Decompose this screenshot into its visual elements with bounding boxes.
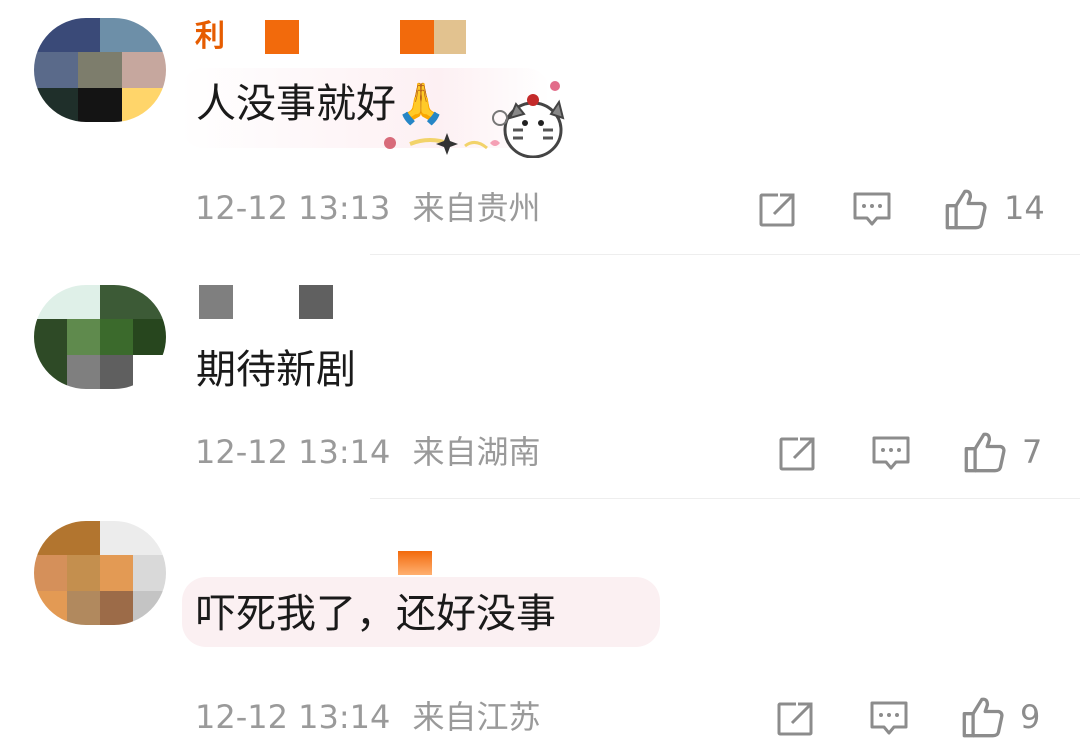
username[interactable] — [195, 285, 375, 319]
name-block — [299, 285, 333, 319]
cat-sticker-icon — [384, 81, 565, 158]
comment-icon[interactable] — [871, 433, 911, 473]
badge-block — [400, 20, 434, 54]
like-count: 7 — [1022, 433, 1043, 471]
avatar[interactable] — [34, 18, 166, 122]
username[interactable]: 利 — [195, 20, 475, 54]
comment-text: 吓死我了，还好没事 — [196, 591, 556, 637]
comment-icon[interactable] — [869, 698, 909, 738]
comment-icon[interactable] — [852, 189, 892, 229]
location: 来自江苏 — [412, 698, 541, 736]
avatar[interactable] — [34, 521, 166, 625]
timestamp: 12-12 13:14 — [195, 698, 391, 736]
badge-block — [265, 20, 299, 54]
thumb-up-icon[interactable] — [961, 695, 1005, 739]
badge-block — [398, 551, 432, 575]
name-block — [199, 285, 233, 319]
location: 来自贵州 — [412, 189, 541, 227]
comment-item: 吓死我了，还好没事 12-12 13:14 来自江苏 9 — [0, 499, 1080, 751]
comment-meta: 12-12 13:14 来自湖南 — [195, 432, 541, 472]
comment-meta: 12-12 13:14 来自江苏 — [195, 697, 541, 737]
timestamp: 12-12 13:13 — [195, 189, 391, 227]
comment-item: 利 人没事就好🙏 12-12 13:13 来自贵州 14 — [0, 0, 1080, 255]
like-count: 14 — [1004, 189, 1045, 227]
share-icon[interactable] — [778, 433, 818, 473]
comment-meta: 12-12 13:13 来自贵州 — [195, 188, 541, 228]
thumb-up-icon[interactable] — [963, 430, 1007, 474]
comment-item: 期待新剧 12-12 13:14 来自湖南 7 — [0, 255, 1080, 499]
avatar[interactable] — [34, 285, 166, 389]
username-partial: 利 — [195, 19, 225, 54]
timestamp: 12-12 13:14 — [195, 433, 391, 471]
location: 来自湖南 — [412, 433, 541, 471]
share-icon[interactable] — [776, 698, 816, 738]
comment-text: 期待新剧 — [196, 347, 356, 393]
share-icon[interactable] — [758, 189, 798, 229]
like-count: 9 — [1020, 698, 1041, 736]
thumb-up-icon[interactable] — [944, 187, 988, 231]
badge-block — [434, 20, 466, 54]
username[interactable] — [398, 551, 438, 575]
